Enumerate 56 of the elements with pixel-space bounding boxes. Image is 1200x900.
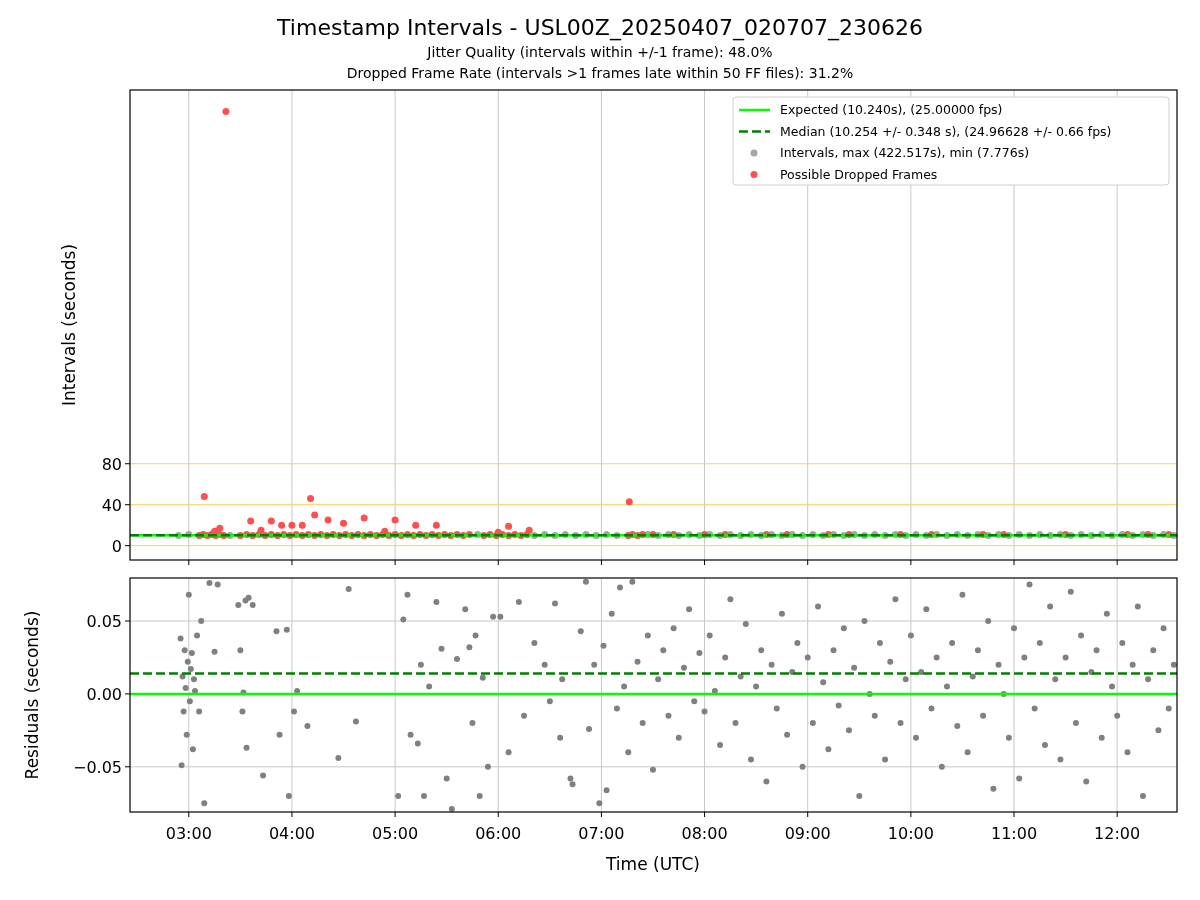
tick-label: 10:00 [887, 824, 934, 843]
tick-label: 80 [101, 454, 122, 474]
chart-title: Timestamp Intervals - USL00Z_20250407_020707_230626 [277, 14, 923, 42]
tick-mark [1013, 559, 1015, 566]
tick-mark [497, 811, 499, 818]
tick-mark [1013, 811, 1015, 818]
tick-mark [188, 559, 190, 566]
tick-label: 08:00 [681, 824, 728, 843]
tick-mark [124, 504, 131, 506]
tick-mark [291, 811, 293, 818]
tick-mark [600, 811, 602, 818]
tick-label: 05:00 [372, 824, 419, 843]
axis-label: Time (UTC) [606, 854, 700, 874]
tick-mark [910, 811, 912, 818]
legend-marker [750, 149, 758, 157]
tick-mark [124, 620, 131, 622]
tick-label: 06:00 [475, 824, 522, 843]
tick-mark [910, 559, 912, 566]
tick-label: −0.05 [72, 757, 122, 777]
tick-mark [497, 559, 499, 566]
legend-line [739, 108, 770, 112]
tick-label: 0.05 [86, 612, 122, 631]
tick-label: 11:00 [990, 824, 1038, 843]
tick-label: 09:00 [784, 824, 831, 843]
tick-mark [124, 545, 131, 547]
axis-label: Intervals (seconds) [59, 243, 79, 407]
tick-mark [704, 811, 706, 818]
legend-label: Expected (10.240s), (25.00000 fps) [780, 102, 1003, 117]
tick-label: 0 [111, 536, 122, 556]
tick-label: 03:00 [165, 824, 212, 843]
legend-label: Possible Dropped Frames [780, 166, 938, 182]
tick-mark [807, 559, 809, 566]
tick-label: 0.00 [86, 684, 122, 704]
tick-mark [124, 463, 131, 465]
tick-mark [1116, 559, 1118, 566]
tick-mark [704, 559, 706, 566]
tick-mark [124, 766, 131, 768]
tick-mark [124, 693, 131, 695]
tick-mark [807, 811, 809, 818]
tick-label: 12:00 [1094, 824, 1141, 843]
legend-line [739, 130, 770, 133]
axis-label: Residuals (seconds) [22, 610, 42, 780]
tick-mark [291, 559, 293, 566]
tick-label: 04:00 [268, 824, 315, 843]
tick-label: 07:00 [578, 824, 625, 843]
legend-label: Median (10.254 +/- 0.348 s), (24.96628 +/- 0.66 fps) [780, 123, 1112, 139]
tick-mark [1116, 811, 1118, 818]
tick-mark [394, 559, 396, 566]
tick-mark [394, 811, 396, 818]
legend-label: Intervals, max (422.517s), min (7.776s) [780, 145, 1030, 160]
tick-mark [600, 559, 602, 566]
tick-mark [188, 811, 190, 818]
chart-subtitle: Dropped Frame Rate (intervals >1 frames late within 50 FF files): 31.2% [346, 64, 854, 83]
chart-subtitle: Jitter Quality (intervals within +/-1 frame): 48.0% [427, 43, 773, 62]
legend-marker [750, 171, 758, 178]
tick-label: 40 [101, 495, 122, 515]
